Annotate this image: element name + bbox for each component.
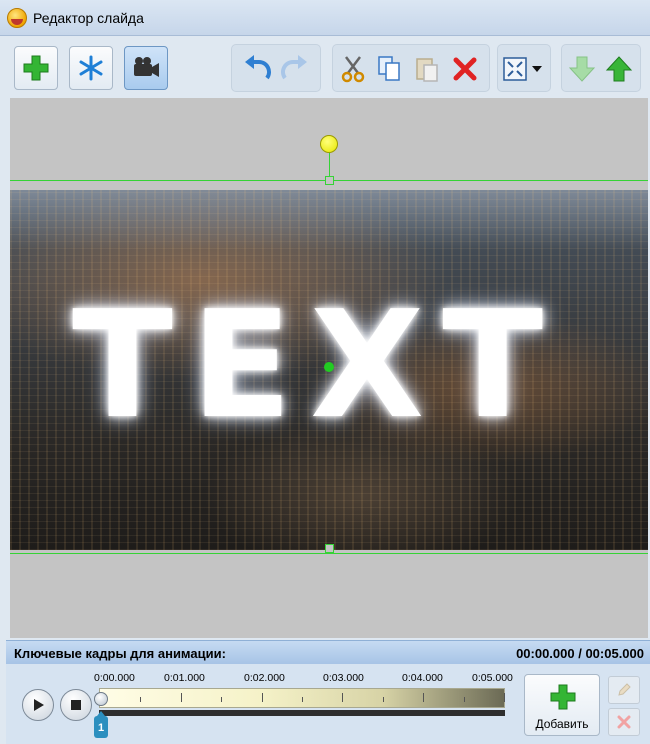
stop-icon [71,700,81,710]
ruler-tick [140,697,142,702]
ruler-tick [221,697,223,702]
play-button[interactable] [22,689,54,721]
bottom-resize-handle[interactable] [325,544,334,553]
timeline-panel: 0:00.000 0:01.000 0:02.000 0:03.000 0:04… [6,664,650,744]
cut-button[interactable] [336,52,370,86]
undo-button[interactable] [241,52,275,86]
add-keyframe-button[interactable]: Добавить [524,674,600,736]
copy-icon [378,56,400,81]
tick-label: 0:04.000 [402,672,443,684]
top-resize-handle[interactable] [325,176,334,185]
tick-label: 0:01.000 [164,672,205,684]
ruler-tick [302,697,303,702]
delete-button[interactable] [448,52,482,86]
ruler-tick [382,697,384,702]
tick-label: 0:02.000 [244,672,285,684]
center-point[interactable] [324,362,334,372]
play-icon [34,699,44,711]
stop-button[interactable] [60,689,92,721]
camera-icon [134,57,159,77]
tick-label: 0:05.000 [472,672,513,684]
redo-icon [281,55,307,80]
ruler-tick [261,693,263,702]
scissors-icon [341,56,365,83]
effects-button[interactable] [69,46,113,90]
tick-label: 0:00.000 [94,672,135,684]
paste-button[interactable] [410,52,444,86]
playhead[interactable] [94,692,108,706]
redo-button[interactable] [277,52,311,86]
red-x-icon [617,715,631,729]
pencil-icon [618,683,631,696]
ruler-tick [180,693,182,702]
app-icon [7,8,27,28]
fit-to-screen-icon [503,57,527,81]
copy-button[interactable] [372,52,406,86]
add-object-button[interactable] [14,46,58,90]
time-readout: 00:00.000 / 00:05.000 [516,646,644,661]
fit-dropdown-button[interactable] [528,52,546,86]
ruler-tick [423,693,425,702]
tick-label: 0:03.000 [323,672,364,684]
add-keyframe-label: Добавить [535,717,589,731]
keyframe-marker[interactable]: 1 [94,711,108,738]
keyframes-title: Ключевые кадры для анимации: [14,646,226,661]
fit-to-screen-button[interactable] [498,52,532,86]
snowflake-icon [79,55,103,81]
keyframes-header: Ключевые кадры для анимации: 00:00.000 /… [6,640,650,664]
paste-icon [416,58,438,82]
edit-keyframe-button[interactable] [608,676,640,704]
green-arrow-down-icon [568,56,596,82]
window-title: Редактор слайда [33,10,144,26]
bottom-guide-line [10,553,648,554]
red-x-icon [453,57,477,81]
toolbar [6,36,646,98]
ruler-tick [504,693,505,702]
timeline-track[interactable] [99,710,505,716]
delete-keyframe-button[interactable] [608,708,640,736]
timeline-ruler[interactable] [99,688,505,708]
undo-icon [245,55,271,80]
green-plus-icon [550,684,576,710]
move-up-button[interactable] [602,52,636,86]
green-arrow-up-icon [605,56,633,82]
ruler-tick [463,697,465,702]
green-plus-icon [23,55,49,81]
ruler-tick [342,693,344,702]
chevron-down-icon [532,66,542,72]
slide-canvas[interactable]: TEXT [10,98,648,638]
rotate-handle[interactable] [320,135,338,153]
camera-button[interactable] [124,46,168,90]
title-bar: Редактор слайда [0,0,650,36]
move-down-button[interactable] [565,52,599,86]
